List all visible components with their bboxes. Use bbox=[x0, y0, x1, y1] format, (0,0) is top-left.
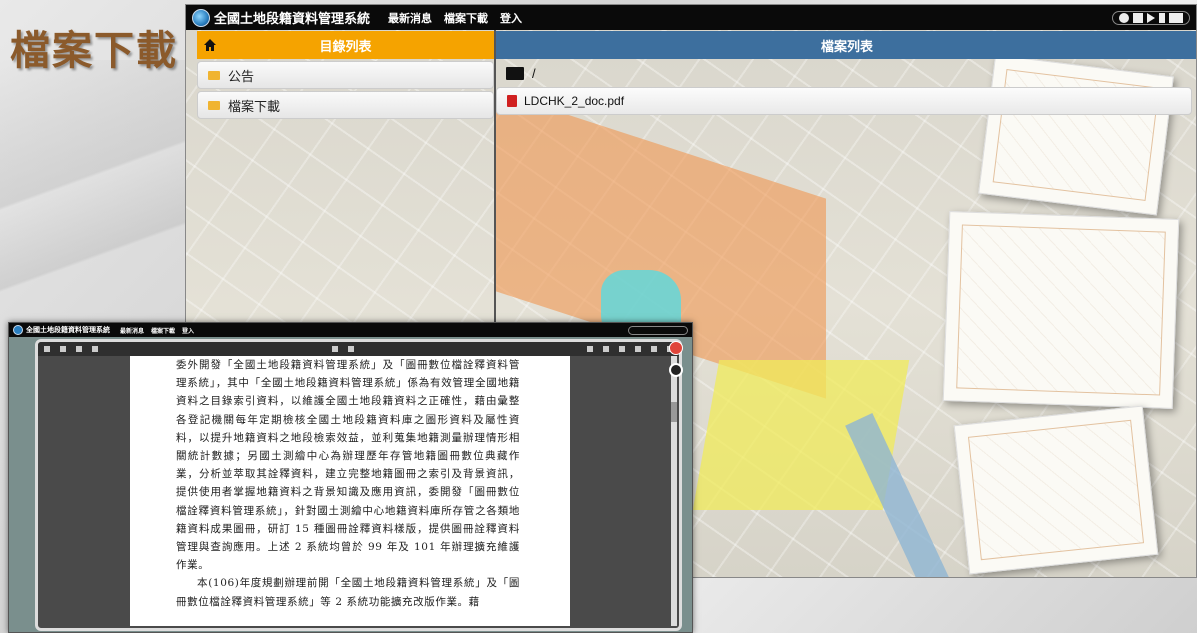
search-icon[interactable] bbox=[60, 346, 66, 352]
directory-item-announcement[interactable]: 公告 bbox=[197, 61, 494, 89]
barcode-icon[interactable] bbox=[1169, 12, 1183, 23]
system-brand[interactable]: 全國土地段籍資料管理系統 bbox=[214, 8, 370, 27]
cadastral-map-paper bbox=[953, 405, 1159, 575]
directory-item-label: 公告 bbox=[228, 68, 255, 84]
cadastral-map-paper bbox=[942, 211, 1180, 409]
prev-page-icon[interactable] bbox=[76, 346, 82, 352]
open-file-icon[interactable] bbox=[603, 346, 609, 352]
directory-panel-header: 目錄列表 bbox=[197, 31, 494, 59]
nav-download[interactable]: 檔案下載 bbox=[444, 10, 488, 26]
directory-panel: 目錄列表 公告 檔案下載 bbox=[197, 31, 494, 126]
system-logo-icon bbox=[13, 325, 23, 335]
toolbar-icons bbox=[1112, 10, 1190, 25]
folder-icon bbox=[208, 100, 220, 110]
refresh-icon[interactable] bbox=[1119, 12, 1129, 23]
folder-icon bbox=[208, 70, 220, 80]
inset-nav-news[interactable]: 最新消息 bbox=[120, 326, 144, 335]
folder-open-icon bbox=[506, 66, 524, 80]
zoom-out-icon[interactable] bbox=[331, 346, 338, 352]
path-label: / bbox=[532, 65, 536, 81]
inset-toolbar-icons bbox=[628, 325, 688, 335]
zoom-in-icon[interactable] bbox=[347, 346, 354, 352]
pdf-viewer: 委外開發「全國土地段籍資料管理系統」及「圖冊數位檔詮釋資料管理系統」，其中「全國… bbox=[35, 339, 682, 631]
phone-icon[interactable] bbox=[1159, 12, 1165, 23]
file-list-header: 檔案列表 bbox=[496, 31, 1196, 59]
nav-login[interactable]: 登入 bbox=[500, 10, 522, 26]
inset-brand[interactable]: 全國土地段籍資料管理系統 bbox=[26, 325, 110, 335]
file-list-title: 檔案列表 bbox=[820, 38, 873, 54]
home-icon[interactable] bbox=[203, 38, 217, 52]
monitor-icon[interactable] bbox=[1133, 12, 1143, 23]
top-navbar: 全國土地段籍資料管理系統 最新消息 檔案下載 登入 bbox=[186, 5, 1196, 30]
refresh-button[interactable] bbox=[669, 363, 683, 377]
fullscreen-icon[interactable] bbox=[587, 346, 593, 352]
pdf-page: 委外開發「全國土地段籍資料管理系統」及「圖冊數位檔詮釋資料管理系統」，其中「全國… bbox=[130, 356, 570, 626]
pdf-paragraph: 本(106)年度規劃辦理前開「全國土地段籍資料管理系統」及「圖冊數位檔詮釋資料管… bbox=[176, 577, 520, 608]
directory-item-download[interactable]: 檔案下載 bbox=[197, 91, 494, 119]
pdf-toolbar bbox=[38, 342, 679, 356]
file-list-panel: 檔案列表 / LDCHK_2_doc.pdf bbox=[496, 31, 1196, 115]
download-icon[interactable] bbox=[635, 346, 641, 352]
pdf-preview-screenshot: 全國土地段籍資料管理系統 最新消息 檔案下載 登入 委外開發「全國土地段籍資料管… bbox=[8, 322, 693, 633]
sidebar-toggle-icon[interactable] bbox=[44, 346, 50, 352]
inset-nav-download[interactable]: 檔案下載 bbox=[151, 326, 175, 335]
nav-news[interactable]: 最新消息 bbox=[388, 10, 432, 26]
pdf-paragraph: 委外開發「全國土地段籍資料管理系統」及「圖冊數位檔詮釋資料管理系統」，其中「全國… bbox=[176, 359, 520, 572]
scroll-thumb[interactable] bbox=[671, 402, 677, 422]
background-decoration bbox=[0, 60, 185, 320]
play-icon[interactable] bbox=[1147, 12, 1155, 23]
system-logo-icon bbox=[192, 8, 210, 27]
file-row[interactable]: LDCHK_2_doc.pdf bbox=[496, 87, 1192, 115]
pdf-scrollbar[interactable] bbox=[671, 356, 677, 626]
file-name: LDCHK_2_doc.pdf bbox=[524, 94, 625, 108]
current-path[interactable]: / bbox=[496, 59, 1196, 87]
directory-panel-title: 目錄列表 bbox=[319, 38, 372, 54]
inset-navbar: 全國土地段籍資料管理系統 最新消息 檔案下載 登入 bbox=[9, 323, 692, 337]
pdf-icon bbox=[507, 95, 517, 107]
inset-nav-login[interactable]: 登入 bbox=[182, 326, 194, 335]
bookmark-icon[interactable] bbox=[651, 346, 657, 352]
print-icon[interactable] bbox=[619, 346, 625, 352]
directory-item-label: 檔案下載 bbox=[228, 98, 281, 114]
next-page-icon[interactable] bbox=[92, 346, 98, 352]
page-title: 檔案下載 bbox=[10, 27, 178, 74]
close-button[interactable] bbox=[669, 341, 683, 355]
